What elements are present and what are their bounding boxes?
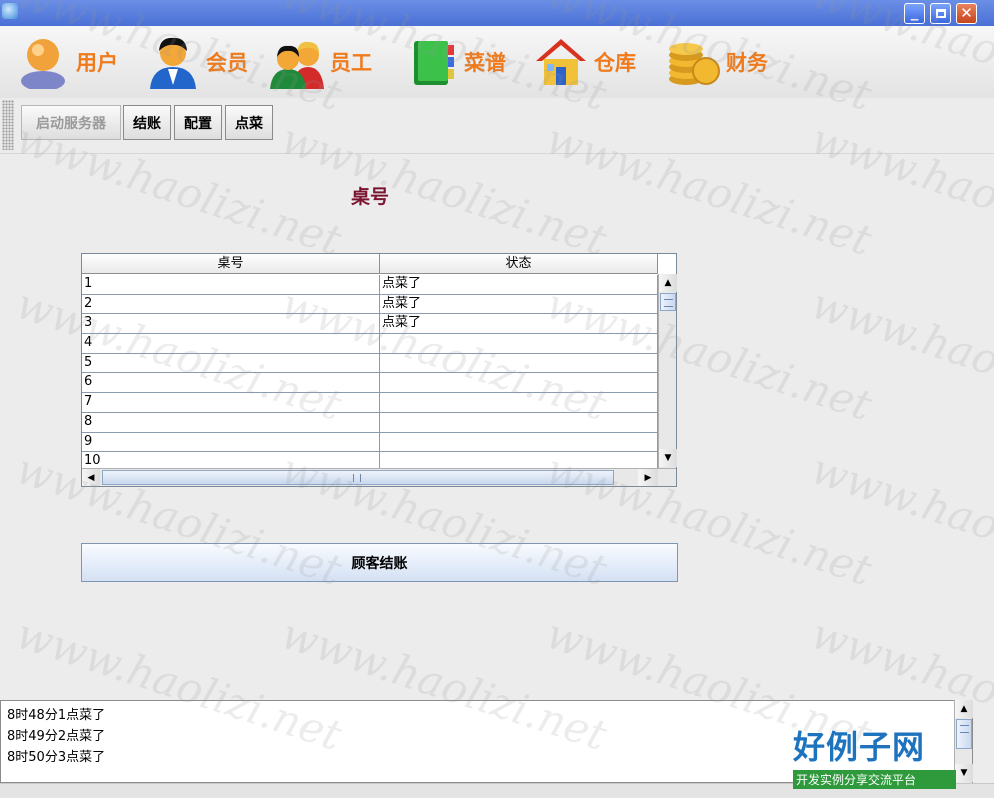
config-button[interactable]: 配置: [174, 105, 222, 140]
page-title: 桌号: [350, 186, 389, 208]
cell-table-no[interactable]: 8: [82, 412, 380, 432]
minimize-button[interactable]: _: [904, 3, 925, 24]
cell-table-no[interactable]: 6: [82, 373, 380, 393]
menu-item-staff[interactable]: 员工: [270, 34, 372, 90]
log-vertical-scrollbar[interactable]: ▲ ▼: [954, 700, 973, 783]
maximize-icon: [936, 9, 946, 18]
menu-label-user: 用户: [76, 50, 118, 75]
maximize-button[interactable]: [930, 3, 951, 24]
cell-table-no[interactable]: 10: [82, 452, 380, 468]
table-row[interactable]: 1 点菜了: [82, 275, 658, 295]
menu-item-menu[interactable]: 菜谱: [404, 34, 506, 90]
menu-item-finance[interactable]: 财务: [666, 34, 768, 90]
log-textarea[interactable]: 8时48分1点菜了 8时49分2点菜了 8时50分3点菜了: [0, 700, 973, 783]
menu-label-menu: 菜谱: [464, 50, 506, 75]
start-server-button[interactable]: 启动服务器: [21, 105, 121, 140]
column-header-status[interactable]: 状态: [380, 254, 658, 273]
house-icon: [536, 39, 586, 85]
scroll-down-icon[interactable]: ▼: [659, 449, 677, 467]
table-row[interactable]: 2 点菜了: [82, 294, 658, 315]
toolbar-grip[interactable]: [2, 100, 14, 150]
table-row[interactable]: 6: [82, 373, 658, 394]
menu-item-user[interactable]: 用户: [16, 34, 118, 90]
member-icon: [150, 37, 196, 89]
user-icon: [21, 39, 65, 89]
cell-status[interactable]: 点菜了: [380, 275, 658, 294]
book-icon: [414, 41, 454, 85]
minimize-icon: _: [910, 3, 919, 21]
table-row[interactable]: 7: [82, 393, 658, 413]
cell-status[interactable]: [380, 353, 658, 373]
menu-label-member: 会员: [206, 50, 248, 75]
menu-label-finance: 财务: [726, 50, 768, 75]
menu-bar: 用户 会员 员工 菜谱 仓库 财务: [0, 26, 994, 98]
table-row[interactable]: 5: [82, 353, 658, 374]
scroll-up-icon[interactable]: ▲: [659, 274, 677, 292]
horizontal-scroll-thumb[interactable]: [102, 470, 614, 485]
table-vertical-scrollbar[interactable]: ▲ ▼: [658, 274, 677, 468]
menu-label-staff: 员工: [330, 50, 372, 75]
cell-status[interactable]: 点菜了: [380, 314, 658, 334]
cell-table-no[interactable]: 1: [82, 275, 380, 294]
table-row[interactable]: 8: [82, 412, 658, 433]
cell-table-no[interactable]: 5: [82, 353, 380, 373]
cell-table-no[interactable]: 7: [82, 393, 380, 412]
watermark-text: www.haolizi.net: [805, 443, 994, 596]
customer-checkout-button[interactable]: 顾客结账: [81, 543, 678, 582]
window-titlebar: _ ✕: [0, 0, 994, 26]
table-status: 桌号 状态 1 点菜了 2 点菜了 3 点菜了 4 5 6 7 8 9 10 ▲ ▼ ◀ ▶: [81, 253, 677, 487]
watermark-text: www.haolizi.net: [805, 278, 994, 431]
column-header-table-no[interactable]: 桌号: [82, 254, 380, 273]
toolbar: 启动服务器 结账 配置 点菜: [0, 98, 994, 154]
checkout-button[interactable]: 结账: [123, 105, 171, 140]
log-line: 8时48分1点菜了: [7, 708, 106, 723]
app-icon: [2, 3, 18, 19]
cell-table-no[interactable]: 9: [82, 432, 380, 452]
cell-status[interactable]: [380, 334, 658, 353]
close-button[interactable]: ✕: [956, 3, 977, 24]
cell-table-no[interactable]: 2: [82, 294, 380, 314]
table-row[interactable]: 4: [82, 334, 658, 354]
cell-table-no[interactable]: 3: [82, 314, 380, 334]
order-button[interactable]: 点菜: [225, 105, 273, 140]
menu-label-warehouse: 仓库: [594, 50, 636, 75]
table-row[interactable]: 10: [82, 452, 658, 468]
cell-status[interactable]: [380, 432, 658, 452]
cell-table-no[interactable]: 4: [82, 334, 380, 353]
table-row[interactable]: 3 点菜了: [82, 314, 658, 335]
table-body: 1 点菜了 2 点菜了 3 点菜了 4 5 6 7 8 9 10: [82, 275, 658, 468]
table-horizontal-scrollbar[interactable]: ◀ ▶: [82, 468, 676, 486]
staff-icon: [270, 41, 324, 89]
menu-item-member[interactable]: 会员: [146, 34, 248, 90]
log-scroll-down-icon[interactable]: ▼: [955, 764, 973, 782]
close-icon: ✕: [960, 4, 973, 22]
vertical-scroll-thumb[interactable]: [660, 293, 676, 311]
table-row[interactable]: 9: [82, 432, 658, 453]
table-header: 桌号 状态: [82, 254, 658, 274]
cell-status[interactable]: [380, 452, 658, 468]
cell-status[interactable]: [380, 373, 658, 393]
menu-item-warehouse[interactable]: 仓库: [534, 34, 636, 90]
cell-status[interactable]: [380, 412, 658, 432]
coins-icon: [669, 43, 720, 85]
log-line: 8时49分2点菜了: [7, 729, 106, 744]
log-scroll-up-icon[interactable]: ▲: [955, 700, 973, 718]
log-scroll-thumb[interactable]: [956, 719, 972, 749]
scroll-left-icon[interactable]: ◀: [82, 469, 100, 486]
cell-status[interactable]: 点菜了: [380, 294, 658, 314]
log-line: 8时50分3点菜了: [7, 750, 106, 765]
scroll-right-icon[interactable]: ▶: [638, 469, 658, 486]
status-bar: [0, 783, 994, 798]
cell-status[interactable]: [380, 393, 658, 412]
